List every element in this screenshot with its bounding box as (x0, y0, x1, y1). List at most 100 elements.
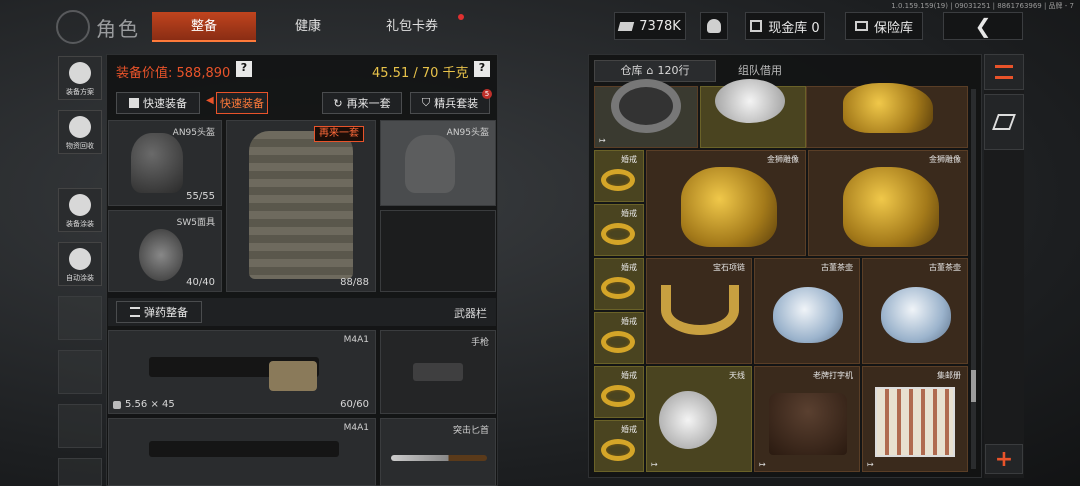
exit-mark: ↦ (759, 460, 766, 469)
slot-vest[interactable]: 88/88 (226, 120, 376, 292)
wedding-ring-image (601, 385, 635, 407)
cash-vault-button[interactable]: 现金库 0 (745, 12, 825, 40)
slot-durability: 55/55 (186, 191, 215, 202)
sidebar-item-auto-paint[interactable]: 自动涂装 (58, 242, 102, 286)
tab-equip[interactable]: 整备 (152, 12, 256, 42)
ammo-button[interactable]: 弹药整备 (116, 301, 202, 323)
help-icon[interactable]: ? (474, 61, 490, 77)
chevron-left-icon: ❮ (974, 14, 992, 38)
rifle-image (149, 441, 339, 457)
ring-cell[interactable]: 婚戒 (594, 312, 644, 364)
antenna-cell[interactable]: 天线 ↦ (646, 366, 752, 472)
currency-value: 7378K (639, 18, 681, 34)
necklace-cell[interactable]: 宝石项链 (646, 258, 752, 364)
slot-empty[interactable] (380, 210, 496, 292)
teapot-cell[interactable]: 古董茶壶 (754, 258, 860, 364)
ring-cell[interactable]: 婚戒 (594, 204, 644, 256)
teapot-image (881, 287, 951, 343)
item-name: 古董茶壶 (821, 263, 853, 272)
warehouse-scrollbar[interactable] (971, 89, 976, 469)
quick-equip-button[interactable]: 快速装备 (116, 92, 200, 114)
item-name: 老牌打字机 (813, 371, 853, 380)
vest-image (249, 131, 353, 279)
stamp-album-cell[interactable]: 集邮册 ↦ (862, 366, 968, 472)
weapon-name: M4A1 (343, 335, 369, 345)
ring-cell[interactable]: 婚戒 (594, 258, 644, 310)
shield-icon: ⛉ (421, 96, 431, 109)
elite-badge: 5 (482, 89, 492, 99)
film-reel-image (611, 79, 681, 133)
teapot-cell[interactable]: 古董茶壶 (862, 258, 968, 364)
slot-mask[interactable]: SW5面具 40/40 (108, 210, 222, 292)
top-bar: 角色 整备 健康 礼包卡券 7378K 现金库 0 保险库 ❮ 1.0.159.… (0, 0, 1080, 52)
lion-cell[interactable]: 金狮雕像 (646, 150, 806, 256)
again-button[interactable]: ↻ 再来一套 (322, 92, 402, 114)
add-button[interactable]: + (985, 444, 1023, 474)
elite-set-button[interactable]: ⛉ 精兵套装 (410, 92, 490, 114)
item-name: 宝石项链 (713, 263, 745, 272)
sidebar-item-paint[interactable]: 装备涂装 (58, 188, 102, 232)
pistol-ghost-image (413, 363, 463, 381)
antenna-dish-image (715, 79, 785, 123)
item-name: 婚戒 (621, 425, 637, 434)
typewriter-image (769, 393, 847, 455)
recycle-icon (69, 116, 91, 138)
slot-helmet-alt[interactable]: AN95头盔 (380, 120, 496, 206)
lion-statue-image (843, 167, 939, 247)
cash-vault-label: 现金库 0 (768, 20, 820, 36)
lion-cell-top[interactable] (806, 83, 968, 148)
tab-team-borrow[interactable]: 组队借用 (718, 60, 802, 82)
warehouse-scrollbar-thumb[interactable] (971, 370, 976, 402)
item-name: 集邮册 (937, 371, 961, 380)
ammo-button-label: 弹药整备 (144, 306, 188, 319)
magazine-count: 60/60 (340, 399, 369, 410)
slot-primary-weapon[interactable]: M4A1 5.56 × 45 60/60 (108, 330, 376, 414)
sidebar-empty-slot (58, 458, 102, 486)
ammo-type: 5.56 × 45 (113, 399, 175, 410)
version-info: 1.0.159.159(19) | 09031251 | 8861763969 … (891, 2, 1074, 10)
slot-helmet[interactable]: AN95头盔 55/55 (108, 120, 222, 206)
again-tooltip: 再来一套 (314, 126, 364, 142)
ring-cell[interactable]: 婚戒 (594, 420, 644, 472)
help-icon[interactable]: ? (236, 61, 252, 77)
quick-equip-active-tag[interactable]: 快速装备 (216, 92, 268, 114)
sort-button[interactable] (984, 54, 1024, 90)
lion-cell[interactable]: 金狮雕像 (808, 150, 968, 256)
tab-warehouse[interactable]: 仓库 ⌂ 120行 (594, 60, 716, 82)
wedding-ring-image (601, 331, 635, 353)
safe-box-button[interactable]: 保险库 (845, 12, 923, 40)
back-button[interactable]: ❮ (943, 12, 1023, 40)
slot-durability: 88/88 (340, 277, 369, 288)
ring-cell[interactable]: 婚戒 (594, 366, 644, 418)
helmet-image (131, 133, 183, 193)
shirt-icon (129, 98, 139, 108)
merchant-button[interactable] (700, 12, 728, 40)
typewriter-cell[interactable]: 老牌打字机 ↦ (754, 366, 860, 472)
sidebar-item-loadout[interactable]: 装备方案 (58, 56, 102, 100)
slot-secondary-weapon[interactable]: M4A1 (108, 418, 376, 486)
stack-button[interactable] (984, 94, 1024, 150)
stamp-album-image (875, 387, 955, 457)
sidebar-item-recycle[interactable]: 物资回收 (58, 110, 102, 154)
tab-health[interactable]: 健康 (258, 12, 358, 42)
sidebar-item-label: 物资回收 (66, 142, 94, 150)
slot-pistol[interactable]: 手枪 (380, 330, 496, 414)
role-emblem-icon (56, 10, 90, 44)
sidebar-item-label: 装备方案 (66, 88, 94, 96)
film-reel-cell[interactable]: ↦ (594, 79, 698, 148)
slot-name: AN95头盔 (172, 128, 215, 138)
ring-cell[interactable]: 婚戒 (594, 150, 644, 202)
antenna-cell-top[interactable] (700, 79, 806, 148)
wedding-ring-image (601, 223, 635, 245)
bullet-icon (113, 400, 121, 409)
slot-melee[interactable]: 突击匕首 (380, 418, 496, 486)
item-name: 金狮雕像 (767, 155, 799, 164)
tab-gift-cards[interactable]: 礼包卡券 (362, 12, 462, 42)
item-name: 金狮雕像 (929, 155, 961, 164)
gas-mask-image (139, 229, 183, 281)
currency-display[interactable]: 7378K (614, 12, 686, 40)
stack-sort-icon (995, 65, 1013, 79)
item-name: 婚戒 (621, 209, 637, 218)
quick-equip-label: 快速装备 (143, 97, 187, 110)
elite-set-label: 精兵套装 (434, 97, 479, 110)
